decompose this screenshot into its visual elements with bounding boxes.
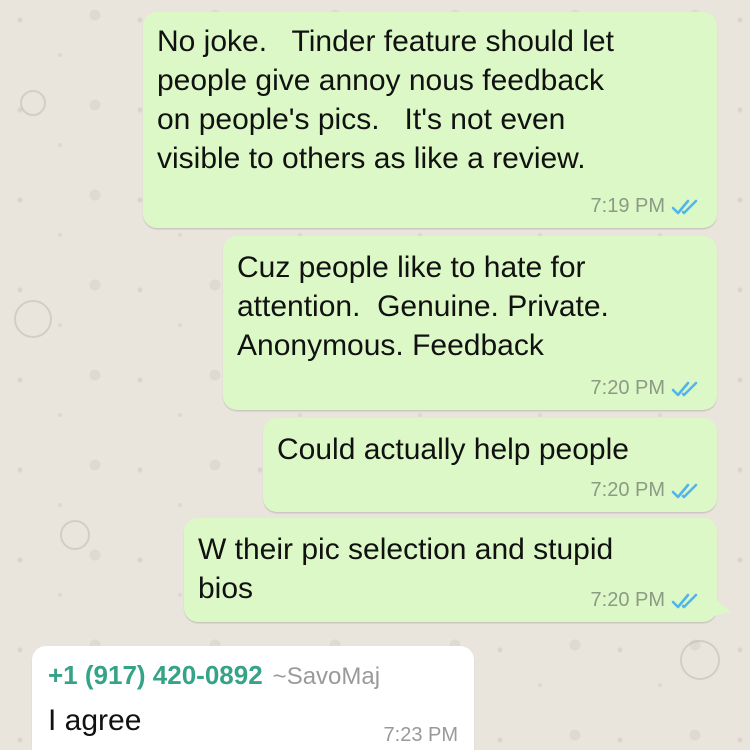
wallpaper-doodle [20,90,46,116]
wallpaper-doodle [680,640,720,680]
message-time: 7:20 PM [590,589,665,611]
outgoing-message[interactable]: Cuz people like to hate for attention. G… [223,236,717,410]
message-meta: 7:20 PM [591,479,701,502]
message-text: No joke. Tinder feature should let peopl… [157,25,614,175]
double-check-icon [671,482,701,500]
double-check-icon [671,198,701,216]
outgoing-message[interactable]: Could actually help people 7:20 PM [263,418,717,512]
message-time: 7:20 PM [590,479,665,501]
sender-name: ~SavoMaj [272,663,381,690]
message-text: I agree [48,704,142,737]
wallpaper-doodle [60,520,90,550]
message-text: Cuz people like to hate for attention. G… [237,251,609,362]
double-check-icon [671,592,701,610]
incoming-message[interactable]: +1 (917) 420-0892 ~SavoMaj I agree 7:23 … [32,646,474,750]
outgoing-message[interactable]: W their pic selection and stupid bios 7:… [184,518,731,622]
bubble-tail [713,598,731,616]
message-meta: 7:19 PM [591,195,701,218]
message-time: 7:19 PM [590,195,665,217]
message-text: W their pic selection and stupid bios [198,533,614,605]
message-time: 7:23 PM [383,724,458,746]
double-check-icon [671,380,701,398]
message-meta: 7:20 PM [591,589,701,612]
wallpaper-doodle [14,300,52,338]
sender-line: +1 (917) 420-0892 ~SavoMaj [48,660,380,691]
chat-area[interactable]: No joke. Tinder feature should let peopl… [0,0,750,750]
outgoing-message[interactable]: No joke. Tinder feature should let peopl… [143,12,717,228]
message-time: 7:20 PM [590,377,665,399]
message-text: Could actually help people [277,433,629,466]
sender-phone[interactable]: +1 (917) 420-0892 [48,660,263,691]
message-meta: 7:20 PM [591,377,701,400]
